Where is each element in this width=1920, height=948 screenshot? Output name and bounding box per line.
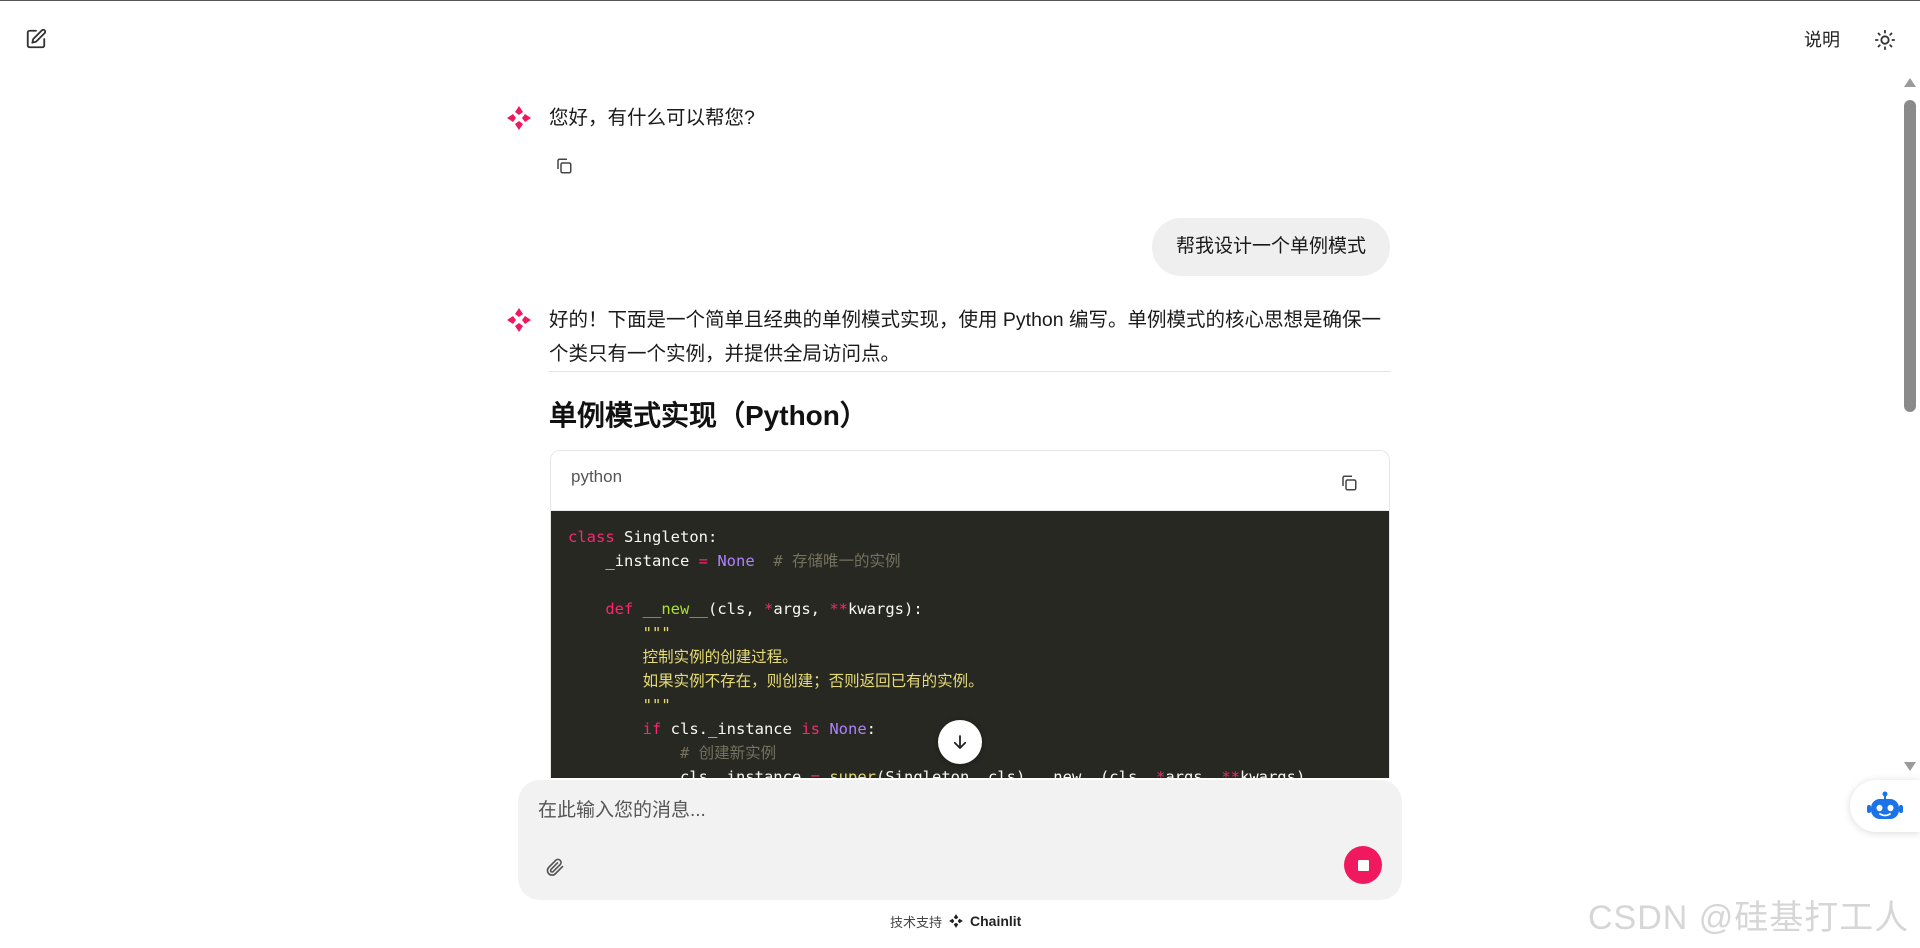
bot-reply-message: 好的！下面是一个简单且经典的单例模式实现，使用 Python 编写。单例模式的核… <box>549 303 1399 371</box>
section-heading: 单例模式实现（Python） <box>549 400 868 431</box>
code-language-label: python <box>571 467 623 486</box>
watermark: CSDN @硅基打工人 <box>1588 899 1910 937</box>
chat-messages-area[interactable]: 您好，有什么可以帮您? 帮我设计一个单例模式 好的！下面是一个简单且经典的单例模… <box>0 70 1900 778</box>
copy-message-button[interactable] <box>552 154 576 178</box>
chat-scrollbar[interactable] <box>1900 78 1920 778</box>
code-block-header: python <box>551 451 1389 511</box>
scroll-down-arrow[interactable] <box>1904 762 1916 771</box>
powered-by-footer[interactable]: 技术支持 Chainlit <box>890 910 1021 932</box>
app-header: 说明 <box>0 1 1920 71</box>
copy-code-button[interactable] <box>1337 471 1361 495</box>
theme-toggle-button[interactable] <box>1868 23 1902 57</box>
scroll-to-bottom-button[interactable] <box>938 720 982 764</box>
chainlit-logo-icon <box>949 914 963 928</box>
powered-by-brand: Chainlit <box>970 913 1022 929</box>
attach-file-button[interactable] <box>540 852 570 882</box>
robot-icon <box>1867 791 1903 819</box>
powered-by-label: 技术支持 <box>890 914 943 930</box>
stop-icon <box>1357 859 1369 871</box>
message-input[interactable] <box>538 794 1378 828</box>
readme-button[interactable]: 说明 <box>1796 25 1848 55</box>
scroll-up-arrow[interactable] <box>1904 78 1916 87</box>
new-chat-button[interactable] <box>20 23 52 55</box>
paperclip-icon <box>546 858 564 876</box>
arrow-down-icon <box>953 735 967 749</box>
edit-icon <box>26 28 47 49</box>
copy-icon <box>557 158 572 174</box>
divider <box>549 371 1391 372</box>
scroll-thumb[interactable] <box>1904 100 1916 412</box>
chainlit-logo-icon <box>507 308 531 332</box>
message-composer <box>518 780 1402 900</box>
bot-greeting-message: 您好，有什么可以帮您? <box>549 107 755 129</box>
chainlit-logo-icon <box>507 106 531 130</box>
stop-generation-button[interactable] <box>1344 846 1382 884</box>
assistant-widget-button[interactable] <box>1850 780 1920 832</box>
sun-icon <box>1874 29 1896 51</box>
reply-intro-line: 好的！下面是一个简单且经典的单例模式实现，使用 Python 编写。单例模式的核… <box>549 309 1382 331</box>
copy-icon <box>1342 475 1357 491</box>
user-message-bubble: 帮我设计一个单例模式 <box>1151 218 1390 276</box>
reply-intro-line: 个类只有一个实例，并提供全局访问点。 <box>549 343 901 365</box>
